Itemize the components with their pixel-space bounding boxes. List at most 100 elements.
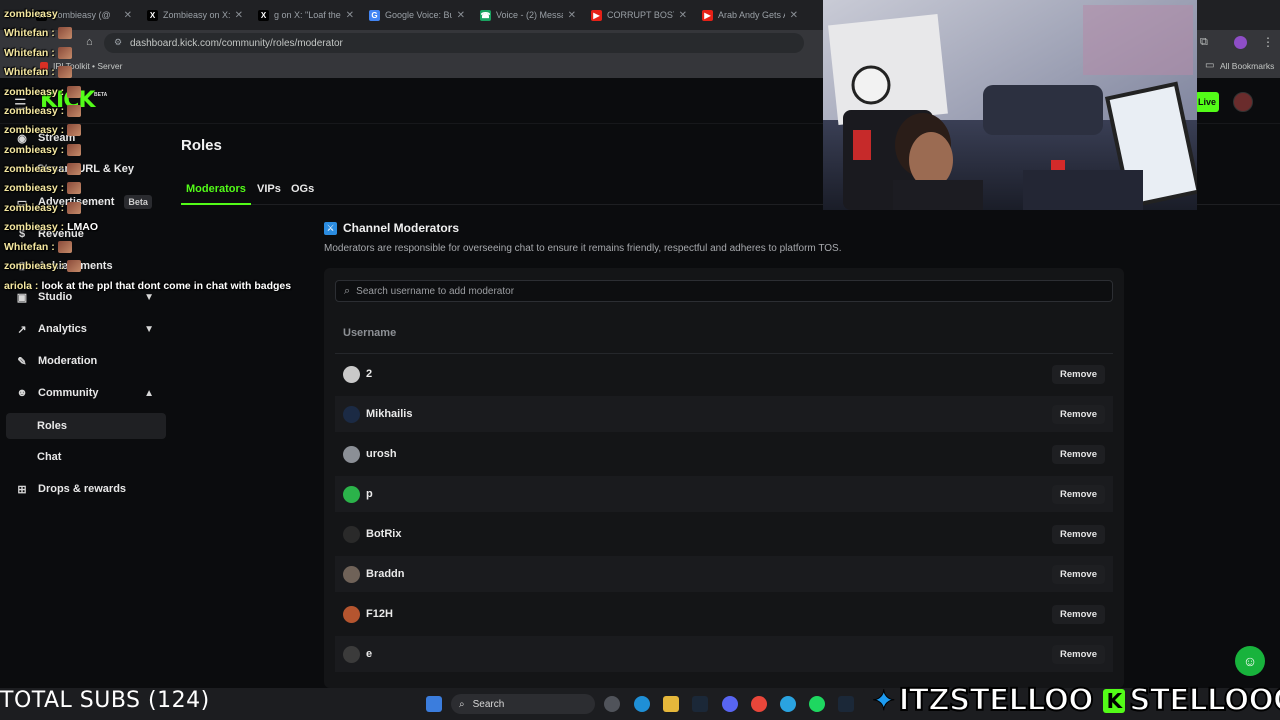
kick-handle: STELLOOO	[1128, 682, 1280, 719]
moderator-username[interactable]: F12H	[366, 608, 393, 620]
browser-tab[interactable]: Xg on X: "Loaf the ✕	[252, 4, 360, 26]
close-tab-icon[interactable]: ✕	[679, 10, 687, 21]
gift-icon: ⊞	[17, 483, 27, 496]
search-placeholder: Search username to add moderator	[356, 285, 515, 297]
studio-icon: ▣	[16, 291, 28, 304]
home-icon[interactable]: ⌂	[86, 36, 93, 48]
avatar	[343, 605, 360, 623]
tab-moderators[interactable]: Moderators	[186, 183, 246, 195]
chat-message: zombieasy :	[4, 182, 82, 194]
file-explorer-icon[interactable]	[663, 696, 679, 712]
sidebar-item-analytics[interactable]: ↗ Analytics ▼	[6, 315, 166, 343]
user-avatar[interactable]	[1233, 92, 1253, 112]
emote-icon	[57, 241, 72, 253]
remove-moderator-button[interactable]: Remove	[1052, 644, 1105, 664]
close-tab-icon[interactable]: ✕	[124, 10, 132, 21]
close-tab-icon[interactable]: ✕	[457, 10, 465, 21]
chat-username: zombieasy :	[4, 105, 65, 117]
chat-username: zombieasy :	[4, 260, 65, 272]
close-tab-icon[interactable]: ✕	[790, 10, 798, 21]
spotify-icon[interactable]	[809, 696, 825, 712]
profile-avatar[interactable]	[1234, 36, 1247, 49]
chat-message: zombieasy :	[4, 260, 82, 272]
chat-username: zombieasy :	[4, 182, 65, 194]
search-icon: ⌕	[459, 698, 465, 710]
sidebar-item-roles[interactable]: Roles	[6, 413, 166, 439]
url-field[interactable]: ⚙ dashboard.kick.com/community/roles/mod…	[104, 33, 804, 53]
tab-ogs[interactable]: OGs	[291, 183, 314, 195]
moderator-username[interactable]: Mikhailis	[366, 408, 412, 420]
browser-tab[interactable]: ▶ Arab Andy Gets A ✕	[696, 4, 804, 26]
emote-icon	[67, 105, 82, 117]
remove-moderator-button[interactable]: Remove	[1052, 364, 1105, 384]
browser-tab[interactable]: ☎ Voice - (2) Messa ✕	[474, 4, 582, 26]
remove-moderator-button[interactable]: Remove	[1052, 444, 1105, 464]
all-bookmarks[interactable]: All Bookmarks	[1220, 61, 1274, 71]
emote-icon	[57, 27, 72, 39]
remove-moderator-button[interactable]: Remove	[1052, 404, 1105, 424]
x-icon: X	[258, 9, 269, 21]
discord-icon[interactable]	[722, 696, 738, 712]
remove-moderator-button[interactable]: Remove	[1052, 604, 1105, 624]
close-tab-icon[interactable]: ✕	[346, 10, 354, 21]
chat-username: zombieasy :	[4, 163, 65, 175]
browser-tab[interactable]: G Google Voice: Bu ✕	[363, 4, 471, 26]
close-tab-icon[interactable]: ✕	[235, 10, 243, 21]
sidebar-item-chat[interactable]: Chat	[6, 445, 166, 469]
tab-vips[interactable]: VIPs	[257, 183, 281, 195]
browser-tab[interactable]: X Zombieasy on X: ✕	[141, 4, 249, 26]
remove-moderator-button[interactable]: Remove	[1052, 484, 1105, 504]
moderator-username[interactable]: 2	[366, 368, 372, 380]
section-title: Channel Moderators	[343, 221, 460, 235]
steam-icon[interactable]	[692, 696, 708, 712]
chat-text: LMAO	[67, 221, 99, 233]
analytics-icon: ↗	[17, 323, 27, 336]
moderator-search-input[interactable]: ⌕ Search username to add moderator	[335, 280, 1113, 302]
tab-title: g on X: "Loaf the	[274, 10, 341, 20]
moderator-username[interactable]: Braddn	[366, 568, 405, 580]
remove-moderator-button[interactable]: Remove	[1052, 524, 1105, 544]
edge-icon[interactable]	[634, 696, 650, 712]
site-info-icon[interactable]: ⚙	[114, 37, 122, 48]
avatar	[343, 485, 360, 503]
avatar	[343, 525, 360, 543]
moderator-username[interactable]: p	[366, 488, 373, 500]
sidebar-item-drops-rewards[interactable]: ⊞ Drops & rewards	[6, 475, 166, 503]
help-chat-button[interactable]: ☺	[1235, 646, 1265, 676]
browser-menu-icon[interactable]: ⋮	[1262, 35, 1274, 49]
beta-tag: Beta	[124, 195, 152, 209]
moderator-username[interactable]: BotRix	[366, 528, 401, 540]
close-tab-icon[interactable]: ✕	[568, 10, 576, 21]
youtube-icon: ▶	[702, 9, 713, 21]
telegram-icon[interactable]	[780, 696, 796, 712]
folder-icon: ▭	[1205, 60, 1215, 71]
moderator-username[interactable]: e	[366, 648, 372, 660]
moderator-username[interactable]: urosh	[366, 448, 397, 460]
taskbar-search-label: Search	[472, 698, 505, 710]
social-handles: ✦ ITZSTELLOO K STELLOOO	[871, 682, 1280, 719]
task-view-icon[interactable]	[604, 696, 620, 712]
youtube-icon: ▶	[591, 9, 602, 21]
tab-title: Voice - (2) Messa	[496, 10, 563, 20]
extensions-icon[interactable]: ⧉	[1200, 36, 1208, 49]
url-text: dashboard.kick.com/community/roles/moder…	[130, 37, 343, 49]
column-header-username: Username	[343, 327, 397, 339]
avatar	[343, 445, 360, 463]
avatar	[343, 565, 360, 583]
browser-tab[interactable]: ▶ CORRUPT BOSTO ✕	[585, 4, 693, 26]
sidebar-item-moderation[interactable]: ✎ Moderation	[6, 347, 166, 375]
avatar	[343, 365, 360, 383]
remove-moderator-button[interactable]: Remove	[1052, 564, 1105, 584]
emote-icon	[67, 124, 82, 136]
chrome-icon[interactable]	[751, 696, 767, 712]
go-live-button[interactable]: Live	[1195, 92, 1219, 112]
chat-username: zombieasy :	[4, 221, 65, 233]
windows-start-icon[interactable]	[426, 696, 442, 712]
emote-icon	[67, 144, 82, 156]
chat-message: zombieasy :	[4, 163, 82, 175]
sidebar-item-community[interactable]: ☻ Community ▲	[6, 379, 166, 407]
taskbar-search[interactable]: ⌕ Search	[451, 694, 595, 714]
chat-username: Whitefan :	[4, 241, 55, 253]
steam-icon-2[interactable]	[838, 696, 854, 712]
chat-username: Whitefan :	[4, 66, 55, 78]
